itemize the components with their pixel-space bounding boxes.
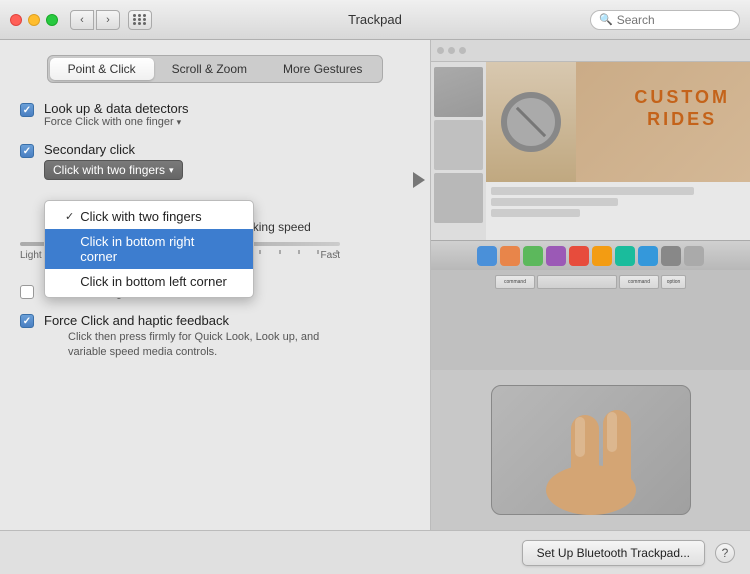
lookup-checkbox[interactable] — [20, 103, 34, 117]
back-button[interactable]: ‹ — [70, 10, 94, 30]
dock-icon-10 — [684, 246, 704, 266]
mock-main-area: CUSTOM RIDES — [486, 62, 750, 240]
forward-button[interactable]: › — [96, 10, 120, 30]
dropdown-chevron-icon: ▾ — [169, 165, 174, 176]
grid-icon — [133, 14, 147, 25]
silent-clicking-checkbox[interactable] — [20, 285, 34, 299]
trackpad — [491, 385, 691, 515]
mock-content-line-1 — [491, 187, 694, 195]
dock-icon-3 — [523, 246, 543, 266]
window-title: Trackpad — [348, 12, 402, 27]
hand-illustration — [511, 385, 671, 515]
secondary-click-dropdown[interactable]: Click with two fingers ▾ — [44, 160, 183, 180]
dock-icon-4 — [546, 246, 566, 266]
dock-icon-9 — [661, 246, 681, 266]
mock-dot-1 — [437, 47, 444, 54]
maximize-button[interactable] — [46, 14, 58, 26]
mock-keyboard: command command option — [431, 270, 750, 370]
tab-more-gestures[interactable]: More Gestures — [265, 58, 380, 80]
help-button[interactable]: ? — [715, 543, 735, 563]
dock-icon-5 — [569, 246, 589, 266]
bottom-bar: Set Up Bluetooth Trackpad... ? — [0, 530, 750, 574]
secondary-click-label-group: Secondary click Click with two fingers ▾ — [44, 142, 183, 180]
lookup-setting: Look up & data detectors Force Click wit… — [20, 101, 410, 128]
search-input[interactable] — [617, 13, 731, 27]
left-panel: Point & Click Scroll & Zoom More Gesture… — [0, 40, 430, 530]
dock-icon-1 — [477, 246, 497, 266]
mock-nav-item-3 — [434, 173, 483, 223]
mock-trackpad-area — [431, 370, 750, 530]
dropdown-item-bottom-right[interactable]: ✓ Click in bottom right corner — [45, 229, 253, 269]
mock-browser-bar — [431, 40, 750, 62]
lookup-label-group: Look up & data detectors Force Click wit… — [44, 101, 189, 128]
nav-buttons: ‹ › — [70, 10, 120, 30]
dropdown-item-bottom-left[interactable]: ✓ Click in bottom left corner — [45, 269, 253, 294]
mock-bottom-area — [486, 182, 750, 240]
mock-nav-item-2 — [434, 120, 483, 170]
mock-dock — [431, 240, 750, 270]
secondary-click-checkbox[interactable] — [20, 144, 34, 158]
dock-icon-2 — [500, 246, 520, 266]
secondary-click-label: Secondary click — [44, 142, 183, 157]
force-click-setting: Force Click and haptic feedback Click th… — [20, 313, 410, 361]
key-command-right: command — [619, 275, 659, 289]
mock-dot-3 — [459, 47, 466, 54]
close-button[interactable] — [10, 14, 22, 26]
mock-nav-item-1 — [434, 67, 483, 117]
search-icon: 🔍 — [599, 13, 613, 26]
search-box[interactable]: 🔍 — [590, 10, 740, 30]
mock-sidebar-nav — [431, 62, 486, 240]
bluetooth-trackpad-button[interactable]: Set Up Bluetooth Trackpad... — [522, 540, 705, 566]
mock-content-line-3 — [491, 209, 580, 217]
lookup-sublabel[interactable]: Force Click with one finger ▾ — [44, 116, 189, 128]
tab-point-click[interactable]: Point & Click — [50, 58, 154, 80]
key-space — [537, 275, 617, 289]
secondary-click-setting: Secondary click Click with two fingers ▾… — [20, 142, 410, 180]
key-option: option — [661, 275, 686, 289]
lookup-label: Look up & data detectors — [44, 101, 189, 116]
dock-icon-7 — [615, 246, 635, 266]
keyboard-row-1: command command option — [495, 275, 686, 289]
dock-icon-8 — [638, 246, 658, 266]
secondary-click-dropdown-menu: ✓ Click with two fingers ✓ Click in bott… — [44, 200, 254, 298]
preview-image: CUSTOM RIDES — [431, 40, 750, 530]
check-icon: ✓ — [65, 210, 74, 223]
mock-browser: CUSTOM RIDES — [431, 40, 750, 270]
grid-view-button[interactable] — [128, 10, 152, 30]
mock-content: CUSTOM RIDES — [431, 62, 750, 240]
force-click-checkbox[interactable] — [20, 314, 34, 328]
chevron-down-icon: ▾ — [177, 117, 182, 128]
key-command-left: command — [495, 275, 535, 289]
mock-content-line-2 — [491, 198, 618, 206]
tab-bar: Point & Click Scroll & Zoom More Gesture… — [47, 55, 384, 83]
dropdown-item-two-fingers[interactable]: ✓ Click with two fingers — [45, 204, 253, 229]
mock-hero: CUSTOM RIDES — [486, 62, 750, 182]
mock-dot-2 — [448, 47, 455, 54]
right-panel: CUSTOM RIDES — [430, 40, 750, 530]
force-click-description: Click then press firmly for Quick Look, … — [68, 330, 348, 361]
hero-text: CUSTOM RIDES — [634, 87, 730, 130]
main-content: Point & Click Scroll & Zoom More Gesture… — [0, 40, 750, 530]
force-click-label-group: Force Click and haptic feedback Click th… — [44, 313, 348, 361]
hero-image — [486, 62, 576, 182]
force-click-label: Force Click and haptic feedback — [44, 313, 348, 328]
tab-scroll-zoom[interactable]: Scroll & Zoom — [154, 58, 265, 80]
minimize-button[interactable] — [28, 14, 40, 26]
arrow-right-icon — [413, 172, 425, 188]
traffic-lights — [10, 14, 58, 26]
dock-icon-6 — [592, 246, 612, 266]
titlebar: ‹ › Trackpad 🔍 — [0, 0, 750, 40]
